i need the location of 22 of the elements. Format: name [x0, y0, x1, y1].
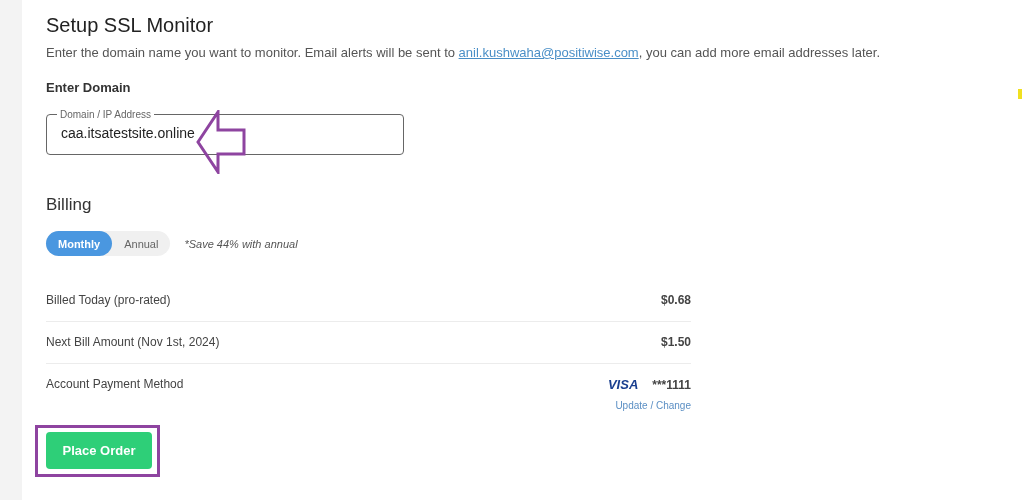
card-brand: VISA: [607, 377, 639, 392]
email-link[interactable]: anil.kushwaha@positiwise.com: [458, 45, 639, 60]
savings-note: *Save 44% with annual: [184, 237, 298, 250]
row-label: Next Bill Amount (Nov 1st, 2024): [46, 335, 220, 349]
field-label: Domain / IP Address: [59, 109, 152, 120]
row-amount: $0.68: [660, 293, 691, 307]
section-heading: Enter Domain: [46, 80, 132, 95]
page-title: Setup SSL Monitor: [46, 14, 215, 37]
place-order-button[interactable]: Place Order: [46, 432, 152, 469]
section-heading: Billing: [46, 195, 93, 215]
period-option[interactable]: Monthly: [46, 231, 113, 256]
domain-field[interactable]: Domain / IP Address caa.itsatestsite.online: [46, 109, 404, 155]
period-option[interactable]: Annual: [112, 231, 171, 256]
row-amount: $1.50: [660, 335, 691, 349]
update-link[interactable]: Update / Change: [615, 400, 691, 411]
field-value: caa.itsatestsite.online: [61, 125, 195, 141]
intro-text: Enter the domain name you want to monitor. Email alerts will be sent to anil.kushwaha@positiwise.com, you can add more email addresses later.: [46, 45, 881, 60]
row-label: Billed Today (pro-rated): [46, 293, 171, 307]
card-number: ***1111: [652, 377, 691, 392]
arrow-drawing: [196, 110, 248, 174]
marker-drawing: [1018, 89, 1022, 99]
row-label: Account Payment Method: [46, 377, 184, 391]
